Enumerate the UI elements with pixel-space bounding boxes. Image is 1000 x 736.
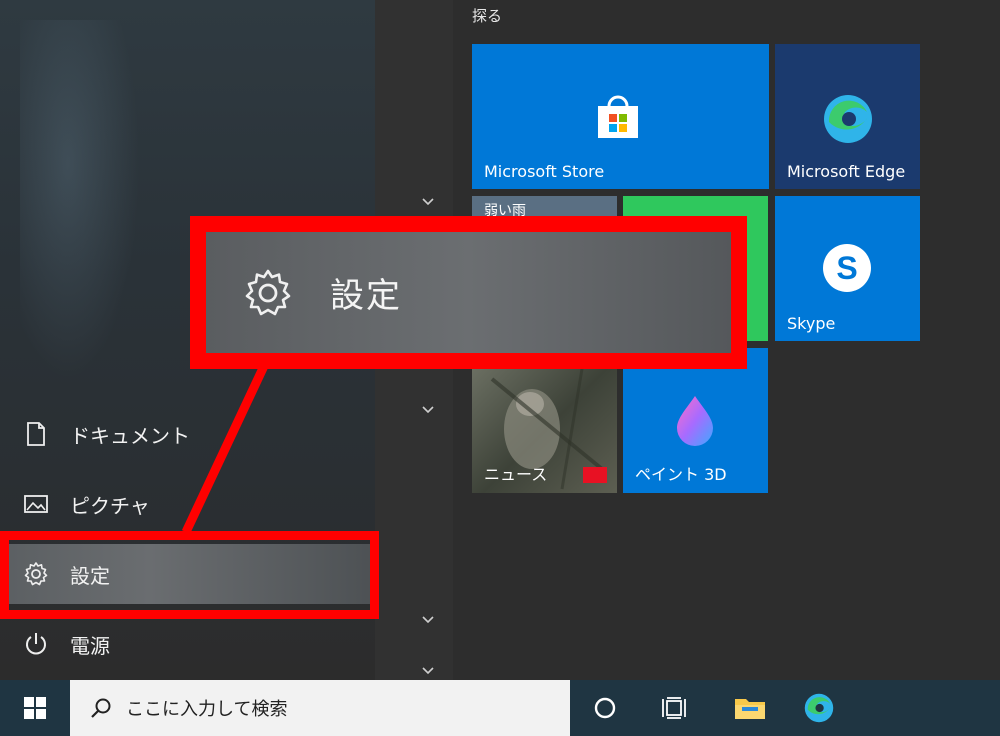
file-explorer-button[interactable] xyxy=(722,680,778,736)
cortana-button[interactable] xyxy=(577,680,633,736)
cortana-icon xyxy=(594,697,616,719)
edge-icon xyxy=(804,693,834,723)
file-explorer-icon xyxy=(735,699,765,719)
search-icon xyxy=(91,698,111,718)
search-placeholder: ここに入力して検索 xyxy=(126,699,288,720)
edge-taskbar-button[interactable] xyxy=(791,680,847,736)
gear-icon xyxy=(245,269,291,315)
task-view-icon xyxy=(662,697,686,719)
taskbar-search-box[interactable]: ここに入力して検索 xyxy=(70,680,570,736)
start-button[interactable] xyxy=(0,680,70,736)
task-view-button[interactable] xyxy=(648,680,704,736)
windows-icon xyxy=(24,697,46,719)
taskbar: ここに入力して検索 xyxy=(0,680,1000,736)
callout-label: 設定 xyxy=(330,276,402,316)
settings-callout: 設定 xyxy=(190,216,747,369)
